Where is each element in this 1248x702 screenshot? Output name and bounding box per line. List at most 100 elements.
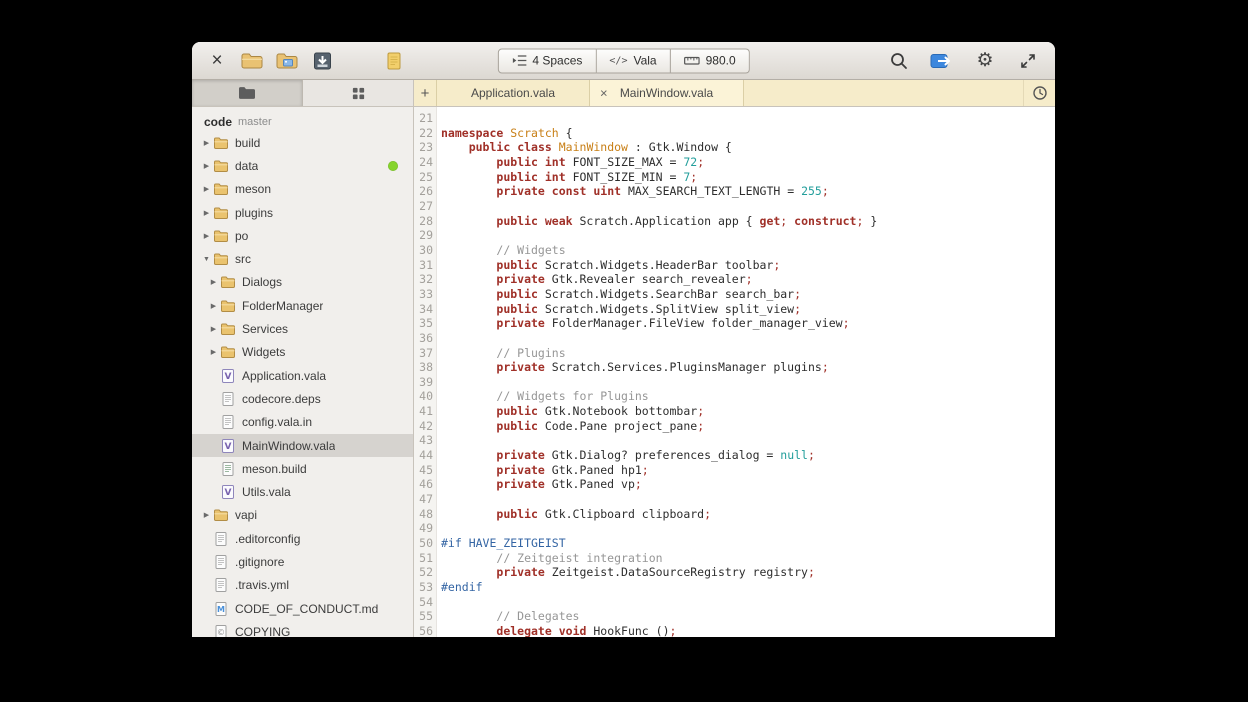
tree-item-COPYING[interactable]: ©COPYING — [192, 620, 413, 637]
tab-MainWindow.vala[interactable]: ×MainWindow.vala — [590, 80, 744, 106]
expander-right-icon[interactable]: ▶ — [200, 511, 213, 519]
tab-Application.vala[interactable]: Application.vala — [436, 80, 590, 106]
templates-button[interactable] — [274, 47, 300, 75]
open-file-button[interactable] — [239, 47, 265, 75]
folder-icon — [213, 158, 229, 174]
close-icon: × — [211, 51, 222, 70]
line-number: 30 — [414, 243, 433, 258]
code-line-44: private Gtk.Dialog? preferences_dialog =… — [441, 448, 1055, 463]
folder-icon — [220, 274, 236, 290]
tree-item-Dialogs[interactable]: ▶Dialogs — [192, 271, 413, 294]
project-header[interactable]: code master — [192, 107, 413, 131]
window-close-button[interactable]: × — [204, 47, 230, 75]
revert-button[interactable] — [381, 47, 407, 75]
expander-down-icon[interactable]: ▼ — [200, 256, 213, 263]
sidebar-view-switcher — [192, 80, 414, 106]
code-line-25: public int FONT_SIZE_MIN = 7; — [441, 170, 1055, 185]
tree-item-build[interactable]: ▶ build — [192, 131, 413, 154]
tree-item-src[interactable]: ▼src — [192, 247, 413, 270]
code-line-32: private Gtk.Revealer search_revealer; — [441, 272, 1055, 287]
tree-item-.editorconfig[interactable]: .editorconfig — [192, 527, 413, 550]
expander-right-icon[interactable]: ▶ — [200, 139, 213, 147]
svg-text:V: V — [225, 442, 232, 452]
expander-right-icon[interactable]: ▶ — [207, 348, 220, 356]
code-line-47 — [441, 492, 1055, 507]
tab-bar: + Application.vala×MainWindow.vala — [414, 80, 1055, 106]
new-tab-button[interactable]: + — [414, 80, 436, 106]
line-number: 36 — [414, 331, 433, 346]
text-icon — [220, 414, 236, 430]
expander-right-icon[interactable]: ▶ — [200, 162, 213, 170]
tree-item-vapi[interactable]: ▶vapi — [192, 504, 413, 527]
tree-item-CODE_OF_CONDUCT.md[interactable]: MCODE_OF_CONDUCT.md — [192, 597, 413, 620]
expander-right-icon[interactable]: ▶ — [207, 302, 220, 310]
history-button[interactable] — [1023, 80, 1055, 106]
code-content[interactable]: namespace Scratch { public class MainWin… — [437, 107, 1055, 637]
line-number: 56 — [414, 624, 433, 637]
code-line-43 — [441, 433, 1055, 448]
line-number: 32 — [414, 272, 433, 287]
tree-item-po[interactable]: ▶ po — [192, 224, 413, 247]
line-number: 22 — [414, 126, 433, 141]
text-icon — [213, 554, 229, 570]
subheader: + Application.vala×MainWindow.vala — [192, 80, 1055, 107]
language-button[interactable]: </>Vala — [596, 48, 670, 73]
expander-right-icon[interactable]: ▶ — [207, 278, 220, 286]
tree-item-Utils.vala[interactable]: VUtils.vala — [192, 480, 413, 503]
tree-item-Widgets[interactable]: ▶Widgets — [192, 341, 413, 364]
line-number: 37 — [414, 346, 433, 361]
share-button[interactable] — [929, 47, 955, 75]
tree-item-FolderManager[interactable]: ▶FolderManager — [192, 294, 413, 317]
expander-right-icon[interactable]: ▶ — [200, 232, 213, 240]
tree-item-.travis.yml[interactable]: .travis.yml — [192, 574, 413, 597]
code-line-37: // Plugins — [441, 346, 1055, 361]
tree-item-MainWindow.vala[interactable]: VMainWindow.vala — [192, 434, 413, 457]
tree-item-Services[interactable]: ▶Services — [192, 317, 413, 340]
indentation-button[interactable]: 4 Spaces — [497, 48, 596, 73]
tree-item-meson[interactable]: ▶meson — [192, 178, 413, 201]
tree-item-data[interactable]: ▶data — [192, 154, 413, 177]
expander-right-icon[interactable]: ▶ — [200, 209, 213, 217]
language-label: Vala — [633, 54, 656, 68]
settings-button[interactable]: ⚙ — [972, 47, 998, 75]
tree-item-meson.build[interactable]: meson.build — [192, 457, 413, 480]
tree-item-.gitignore[interactable]: .gitignore — [192, 550, 413, 573]
expander-right-icon[interactable]: ▶ — [200, 185, 213, 193]
save-as-button[interactable] — [309, 47, 335, 75]
project-branch: master — [238, 116, 272, 129]
code-editor: 2122232425262728293031323334353637383940… — [414, 107, 1055, 637]
code-editor-window: × — [192, 42, 1055, 637]
fullscreen-button[interactable] — [1015, 47, 1041, 75]
code-line-36 — [441, 331, 1055, 346]
goto-button[interactable]: 980.0 — [671, 48, 750, 73]
history-icon — [1032, 85, 1048, 101]
line-number: 28 — [414, 214, 433, 229]
tree-item-config.vala.in[interactable]: config.vala.in — [192, 411, 413, 434]
folder-icon — [220, 298, 236, 314]
tree-item-label: po — [235, 229, 248, 243]
line-number: 34 — [414, 302, 433, 317]
tree-item-Application.vala[interactable]: VApplication.vala — [192, 364, 413, 387]
revert-document-icon — [385, 51, 403, 71]
expander-right-icon[interactable]: ▶ — [207, 325, 220, 333]
code-line-40: // Widgets for Plugins — [441, 389, 1055, 404]
tab-close-icon[interactable]: × — [600, 87, 608, 100]
svg-text:M: M — [217, 605, 225, 614]
search-button[interactable] — [886, 47, 912, 75]
status-dot — [388, 161, 398, 171]
code-line-49 — [441, 521, 1055, 536]
grid-icon — [351, 86, 366, 101]
grid-view-button[interactable] — [303, 80, 413, 106]
tree-item-label: build — [235, 136, 260, 150]
tree-item-label: config.vala.in — [242, 415, 312, 429]
code-line-48: public Gtk.Clipboard clipboard; — [441, 507, 1055, 522]
code-line-34: public Scratch.Widgets.SplitView split_v… — [441, 302, 1055, 317]
tree-item-codecore.deps[interactable]: codecore.deps — [192, 387, 413, 410]
tree-item-label: Utils.vala — [242, 485, 291, 499]
line-number: 39 — [414, 375, 433, 390]
folder-icon — [213, 251, 229, 267]
tree-item-plugins[interactable]: ▶plugins — [192, 201, 413, 224]
code-line-35: private FolderManager.FileView folder_ma… — [441, 316, 1055, 331]
project-view-button[interactable] — [192, 80, 303, 106]
indentation-label: 4 Spaces — [532, 54, 582, 68]
